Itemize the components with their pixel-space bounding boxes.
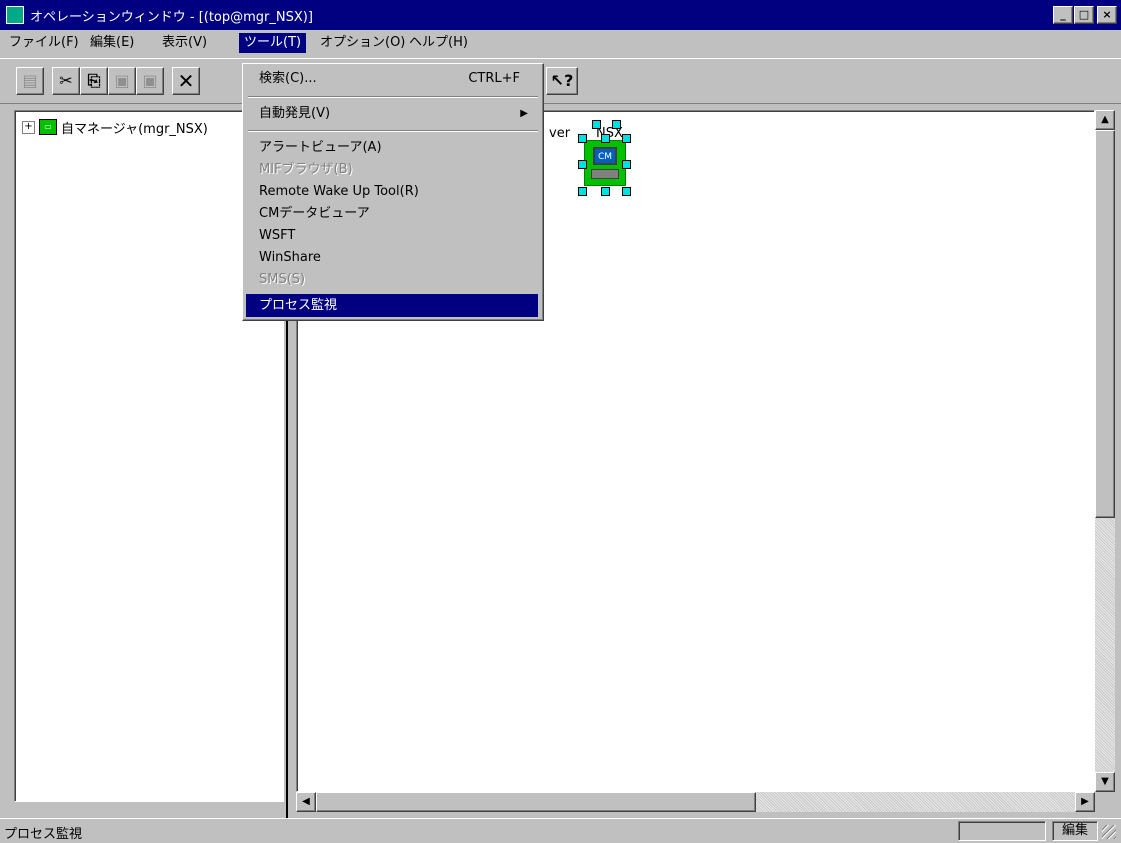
status-message: プロセス監視 [4,827,83,842]
help-label: ? [564,71,574,90]
scroll-left-icon[interactable]: ◀ [296,792,316,812]
shortcut-label: CTRL+F [468,71,520,86]
menu-tools[interactable]: ツール(T) [239,33,307,53]
menu-item-wsft[interactable]: WSFT [246,224,538,247]
selection-handle[interactable] [592,120,601,129]
toolbar: ▤ ✂ ⎘ ▣ ▣ ✕ ↖? [0,58,1121,104]
menu-edit[interactable]: 編集(E) [85,33,139,53]
menu-item-winshare[interactable]: WinShare [246,246,538,269]
copy-icon[interactable]: ⎘ [80,67,108,95]
cut-icon[interactable]: ✂ [52,67,80,95]
menu-item-remote-wake-up[interactable]: Remote Wake Up Tool(R) [246,180,538,203]
selection-handle[interactable] [578,160,587,169]
delete-icon[interactable]: ✕ [172,67,200,95]
menu-item-cm-data-viewer[interactable]: CMデータビューア [246,202,538,225]
menu-item-search[interactable]: 検索(C)... CTRL+F [246,67,538,90]
vertical-scrollbar[interactable]: ▲ ▼ [1095,110,1115,792]
menu-view[interactable]: 表示(V) [157,33,212,53]
menu-item-mif-browser: MIFブラウザ(B) [259,162,353,177]
node-base [591,169,619,179]
selection-handle[interactable] [622,187,631,196]
scroll-up-icon[interactable]: ▲ [1095,110,1115,130]
menu-item-auto-discovery[interactable]: 自動発見(V) ▶ [246,102,538,125]
menu-bar: ファイル(F) 編集(E) 表示(V) ツール(T) オプション(O) ヘルプ(… [0,30,1121,56]
context-help-button[interactable]: ↖? [546,67,578,95]
menu-item-label: 自動発見(V) [259,106,331,121]
menu-help[interactable]: ヘルプ(H) [404,33,473,53]
selection-handle[interactable] [601,134,610,143]
pointer-help-icon: ↖ [550,71,565,90]
manager-icon: ▭ [39,119,57,135]
maximize-icon[interactable]: □ [1074,6,1094,24]
minimize-icon[interactable]: _ [1053,6,1073,24]
title-bar[interactable]: オペレーションウィンドウ - [(top@mgr_NSX)] _ □ × [0,0,1121,30]
menu-separator [248,96,538,98]
computer-node-icon[interactable]: CM [584,140,626,186]
map-label-partial: ver [549,126,571,141]
menu-item-sms: SMS(S) [259,272,306,287]
horizontal-scrollbar[interactable]: ◀ ▶ [296,792,1095,812]
window-title: オペレーションウィンドウ - [(top@mgr_NSX)] [30,10,313,25]
vertical-scroll-thumb[interactable] [1095,130,1115,518]
menu-item-label: 検索(C)... [259,71,317,86]
status-mode: 編集 [1052,821,1098,841]
paste-icon[interactable]: ▣ [108,67,136,95]
scroll-right-icon[interactable]: ▶ [1075,792,1095,812]
status-panel-empty [958,821,1046,841]
app-icon[interactable] [6,6,24,24]
selection-handle[interactable] [601,187,610,196]
selection-handle[interactable] [578,134,587,143]
selection-handle[interactable] [622,160,631,169]
properties-icon[interactable]: ▤ [16,67,44,95]
menu-item-process-monitor[interactable]: プロセス監視 [246,294,538,317]
menu-item-alert-viewer[interactable]: アラートビューア(A) [246,136,538,159]
menu-file[interactable]: ファイル(F) [4,33,84,53]
menu-separator [248,130,538,132]
status-bar: プロセス監視 編集 [0,818,1121,843]
close-icon[interactable]: × [1097,6,1117,24]
tree-item-root[interactable]: + ▭ 自マネージャ(mgr_NSX) [22,117,208,137]
scroll-corner [1095,792,1115,812]
node-screen: CM [593,147,617,165]
resize-grip-icon[interactable] [1102,825,1116,839]
scroll-down-icon[interactable]: ▼ [1095,772,1115,792]
selection-handle[interactable] [622,134,631,143]
tools-dropdown-menu: 検索(C)... CTRL+F 自動発見(V) ▶ アラートビューア(A) MI… [242,63,544,321]
expand-icon[interactable]: + [22,120,35,134]
horizontal-scroll-thumb[interactable] [316,792,756,812]
selection-handle[interactable] [578,187,587,196]
selection-handle[interactable] [612,120,621,129]
paste-special-icon[interactable]: ▣ [136,67,164,95]
menu-options[interactable]: オプション(O) [315,33,410,53]
tree-item-label: 自マネージャ(mgr_NSX) [61,121,208,137]
submenu-arrow-icon: ▶ [520,108,528,119]
